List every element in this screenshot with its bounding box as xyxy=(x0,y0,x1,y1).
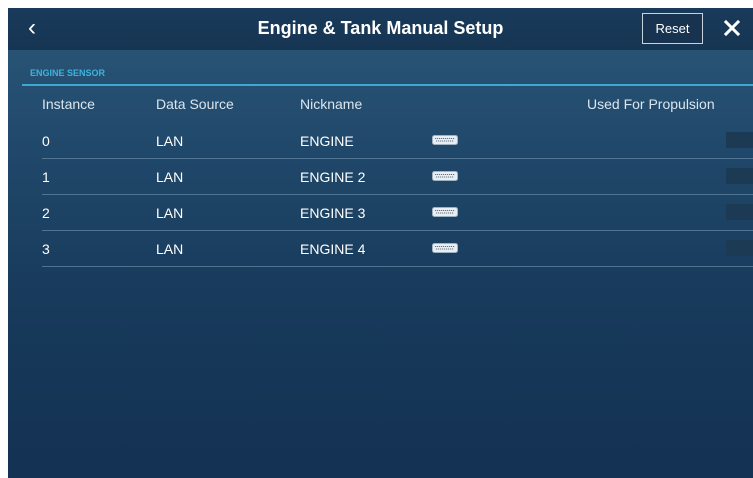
table-row: 2 LAN ENGINE 3 ON xyxy=(42,195,753,231)
toggle-track xyxy=(726,132,753,148)
propulsion-toggle[interactable]: ON xyxy=(726,204,753,220)
setup-screen: ‹ Engine & Tank Manual Setup Reset ENGIN… xyxy=(8,8,753,478)
propulsion-toggle[interactable]: ON xyxy=(726,168,753,184)
nickname-cell: ENGINE 4 xyxy=(300,241,366,257)
instance-cell: 2 xyxy=(42,205,50,221)
section-title: ENGINE SENSOR xyxy=(30,68,106,78)
keyboard-icon[interactable] xyxy=(432,243,458,253)
column-header-data-source: Data Source xyxy=(156,96,234,112)
instance-cell: 3 xyxy=(42,241,50,257)
title-bar: ‹ Engine & Tank Manual Setup Reset xyxy=(8,8,753,50)
nickname-cell: ENGINE 3 xyxy=(300,205,366,221)
keyboard-icon[interactable] xyxy=(432,171,458,181)
close-button[interactable] xyxy=(719,14,745,42)
toggle-track xyxy=(726,168,753,184)
nickname-cell: ENGINE xyxy=(300,133,354,149)
toggle-track xyxy=(726,204,753,220)
instance-cell: 1 xyxy=(42,169,50,185)
data-source-cell: LAN xyxy=(156,241,184,257)
section-divider xyxy=(22,84,753,86)
table-row: 1 LAN ENGINE 2 ON xyxy=(42,159,753,195)
toggle-track xyxy=(726,240,753,256)
instance-cell: 0 xyxy=(42,133,50,149)
reset-button[interactable]: Reset xyxy=(642,13,703,44)
table-row: 0 LAN ENGINE ON xyxy=(42,123,753,159)
propulsion-toggle[interactable]: ON xyxy=(726,132,753,148)
keyboard-icon[interactable] xyxy=(432,207,458,217)
data-source-cell: LAN xyxy=(156,169,184,185)
column-header-used-for-propulsion: Used For Propulsion xyxy=(587,96,715,112)
column-header-instance: Instance xyxy=(42,96,95,112)
nickname-cell: ENGINE 2 xyxy=(300,169,366,185)
keyboard-icon[interactable] xyxy=(432,135,458,145)
data-source-cell: LAN xyxy=(156,133,184,149)
table-row: 3 LAN ENGINE 4 ON xyxy=(42,231,753,267)
close-icon xyxy=(723,19,741,37)
row-divider xyxy=(42,266,753,267)
propulsion-toggle[interactable]: ON xyxy=(726,240,753,256)
column-header-nickname: Nickname xyxy=(300,96,363,112)
data-source-cell: LAN xyxy=(156,205,184,221)
